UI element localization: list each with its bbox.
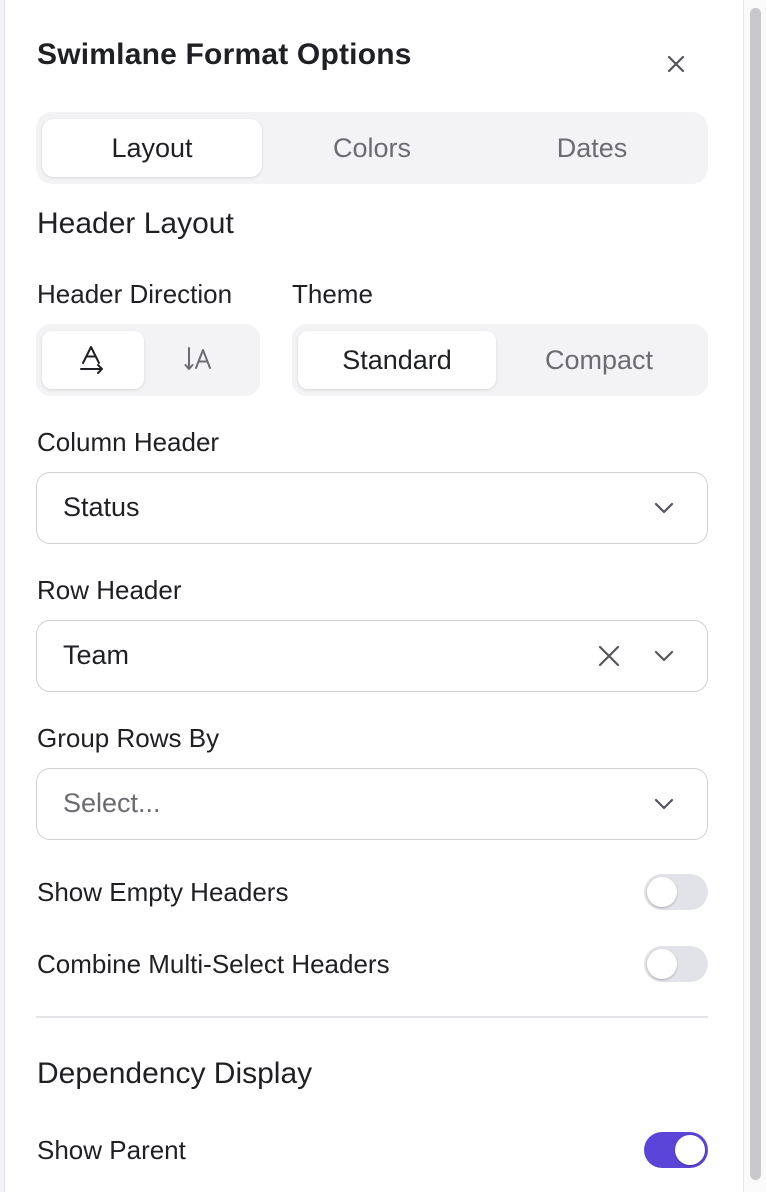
toggle-knob	[647, 949, 677, 979]
toggle-knob	[675, 1135, 705, 1165]
scrollbar[interactable]	[743, 0, 766, 1192]
tab-colors[interactable]: Colors	[262, 119, 482, 177]
row-header-label: Row Header	[37, 575, 182, 605]
chevron-down-icon	[654, 502, 674, 514]
format-tabs: Layout Colors Dates	[36, 112, 708, 184]
combine-multi-select-toggle[interactable]	[644, 946, 708, 982]
column-header-select[interactable]: Status	[36, 472, 708, 544]
direction-horizontal-button[interactable]	[42, 331, 144, 389]
group-rows-by-placeholder: Select...	[63, 788, 161, 818]
theme-toggle: Standard Compact	[292, 324, 708, 396]
row-header-select[interactable]: Team	[36, 620, 708, 692]
header-direction-toggle	[36, 324, 260, 396]
toggle-knob	[647, 877, 677, 907]
group-rows-by-select[interactable]: Select...	[36, 768, 708, 840]
text-horizontal-icon	[80, 346, 103, 374]
chevron-down-icon	[654, 650, 674, 662]
group-rows-by-label: Group Rows By	[37, 723, 220, 753]
row-header-value: Team	[63, 640, 130, 670]
dependency-display-heading: Dependency Display	[37, 1057, 313, 1090]
section-divider	[36, 1016, 708, 1018]
chevron-down-icon	[654, 798, 674, 810]
theme-compact-button[interactable]: Compact	[496, 331, 702, 389]
scrollbar-thumb[interactable]	[750, 8, 761, 1180]
tab-dates[interactable]: Dates	[482, 119, 702, 177]
text-vertical-icon	[184, 347, 211, 370]
column-header-label: Column Header	[37, 427, 220, 457]
combine-multi-select-label: Combine Multi-Select Headers	[37, 949, 390, 979]
clear-icon[interactable]	[595, 642, 623, 670]
direction-vertical-button[interactable]	[144, 331, 254, 389]
show-parent-toggle[interactable]	[644, 1132, 708, 1168]
theme-label: Theme	[292, 279, 373, 309]
header-layout-heading: Header Layout	[37, 207, 234, 240]
close-button[interactable]	[660, 48, 692, 80]
close-icon	[667, 55, 685, 73]
background-edge	[0, 0, 5, 1192]
show-empty-headers-toggle[interactable]	[644, 874, 708, 910]
tab-layout[interactable]: Layout	[42, 119, 262, 177]
show-parent-label: Show Parent	[37, 1135, 186, 1165]
theme-standard-button[interactable]: Standard	[298, 331, 496, 389]
panel-title: Swimlane Format Options	[37, 38, 412, 71]
header-direction-label: Header Direction	[37, 279, 233, 309]
format-options-panel: Swimlane Format Options Layout Colors Da…	[0, 0, 766, 1192]
column-header-value: Status	[63, 492, 140, 522]
show-empty-headers-label: Show Empty Headers	[37, 877, 289, 907]
